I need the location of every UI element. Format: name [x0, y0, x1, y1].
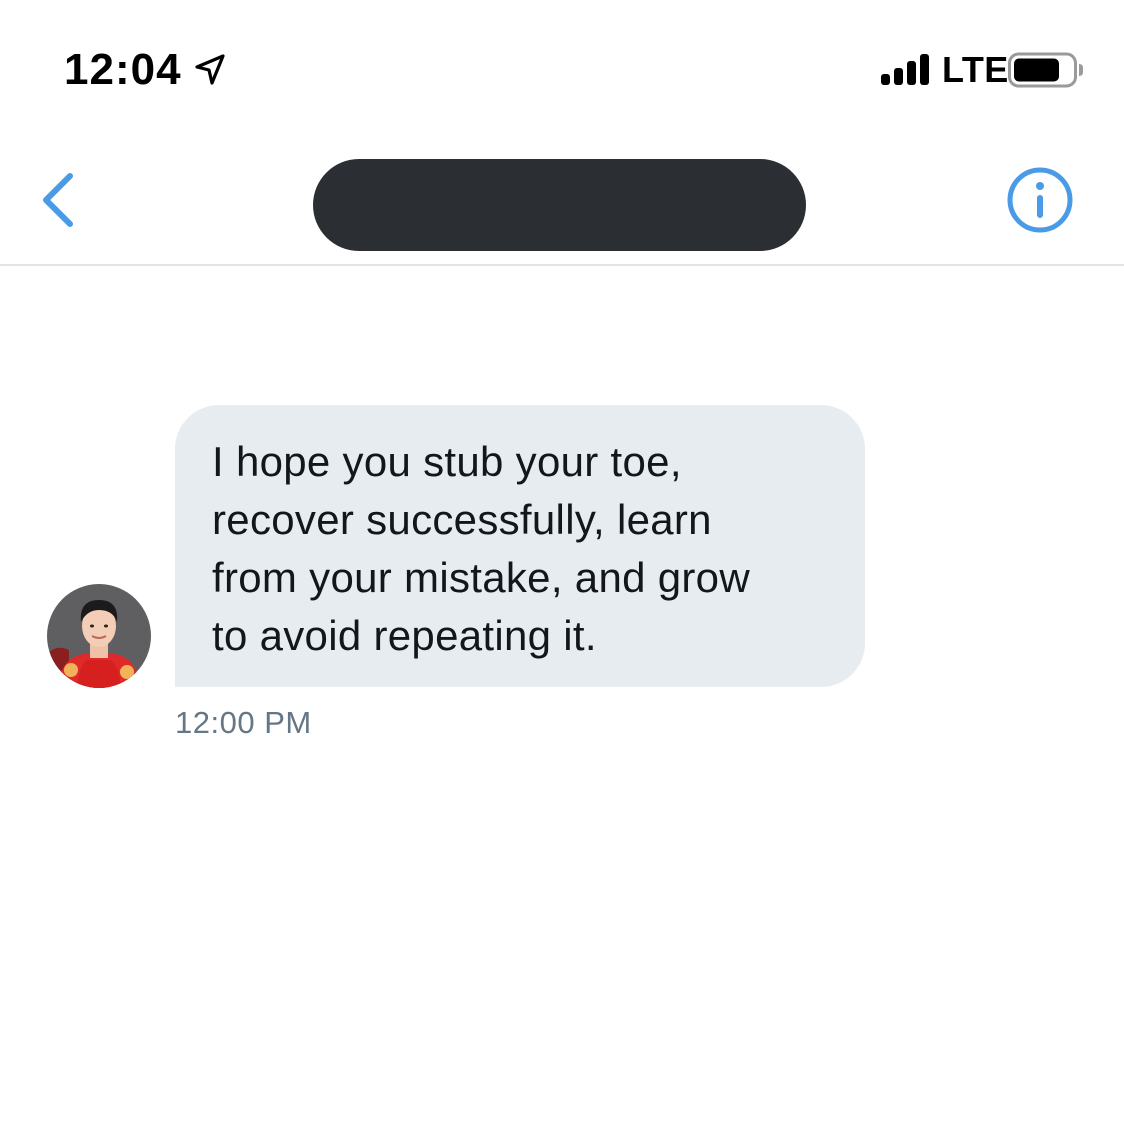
status-bar: 12:04 LTE: [0, 0, 1124, 140]
status-time: 12:04: [64, 45, 182, 94]
info-circle-icon: [1007, 167, 1073, 233]
battery-icon: [1008, 52, 1083, 88]
sender-avatar[interactable]: [47, 584, 151, 688]
sender-avatar-photo: [47, 584, 151, 688]
location-arrow-icon: [195, 54, 225, 85]
back-button[interactable]: [32, 164, 92, 236]
contact-name-redacted[interactable]: [313, 159, 806, 251]
cellular-signal-icon: [881, 54, 929, 85]
network-type-label: LTE: [942, 49, 1009, 90]
message-text: I hope you stub your toe, recover succes…: [212, 438, 750, 659]
chevron-left-icon: [43, 173, 73, 227]
conversation-header: [0, 140, 1124, 266]
message-timestamp: 12:00 PM: [175, 705, 312, 740]
message-bubble-received[interactable]: I hope you stub your toe, recover succes…: [175, 405, 865, 687]
conversation-info-button[interactable]: [1004, 164, 1076, 236]
